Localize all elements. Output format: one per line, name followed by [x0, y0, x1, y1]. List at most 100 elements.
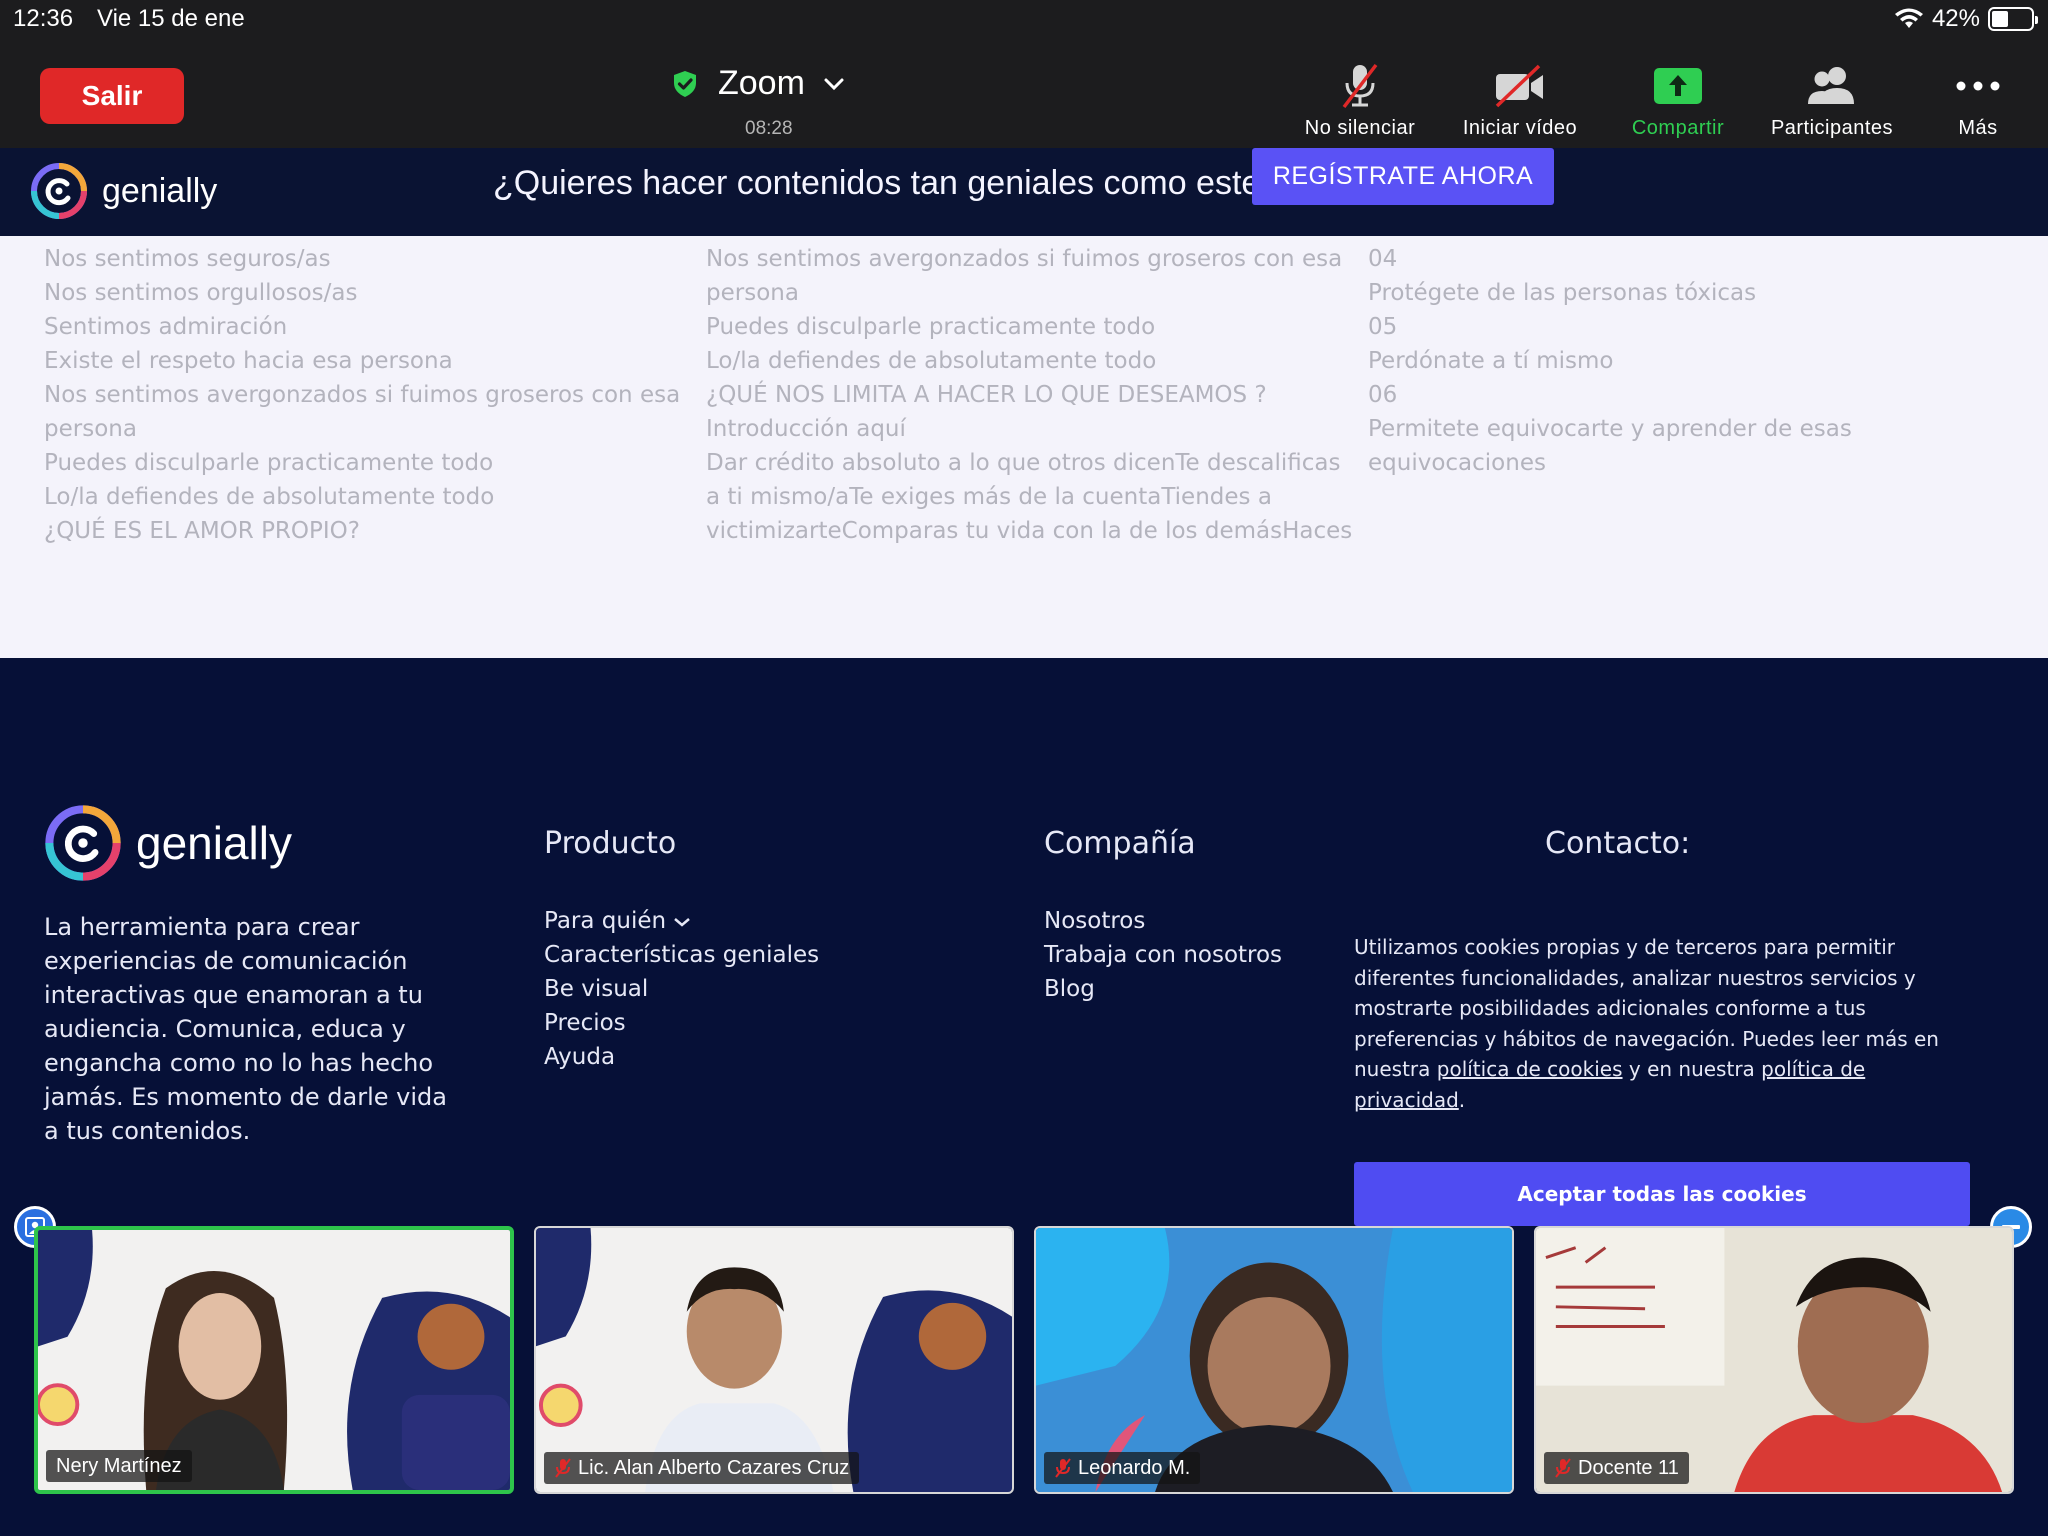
footer-heading-contacto: Contacto:	[1545, 826, 1691, 861]
status-time: 12:36	[13, 5, 74, 32]
accept-cookies-button[interactable]: Aceptar todas las cookies	[1354, 1162, 1970, 1226]
register-button[interactable]: REGÍSTRATE AHORA	[1252, 148, 1554, 205]
participant-name-label: Leonardo M.	[1044, 1452, 1201, 1484]
footer-link-para-quien[interactable]: Para quién	[544, 904, 819, 938]
text-line: Lo/la defiendes de absolutamente todo	[706, 348, 1157, 374]
participant-video-tile[interactable]: Lic. Alan Alberto Cazares Cruz	[534, 1226, 1014, 1494]
footer-genially-logo: genially	[44, 804, 292, 882]
mic-muted-icon	[555, 1458, 571, 1478]
start-video-button[interactable]: Iniciar vídeo	[1440, 56, 1600, 140]
footer-link[interactable]: Características geniales	[544, 938, 819, 972]
cookie-text: y en nuestra	[1622, 1057, 1762, 1081]
toolbar-actions: No silenciar Iniciar vídeo Compartir Par…	[1280, 56, 2048, 140]
ios-status-bar: 12:36 Vie 15 de ene 42%	[0, 0, 2048, 38]
footer-link[interactable]: Trabaja con nosotros	[1044, 938, 1282, 972]
banner-question: ¿Quieres hacer contenidos tan geniales c…	[493, 164, 1280, 202]
text-line: Puedes disculparle practicamente todo	[706, 314, 1156, 340]
start-video-label: Iniciar vídeo	[1462, 117, 1578, 139]
text-line: Sentimos admiración	[44, 314, 288, 340]
text-line: persona	[706, 280, 799, 306]
text-line: Introducción aquí	[706, 416, 906, 442]
footer-description: La herramienta para crear experiencias d…	[44, 913, 447, 1145]
text-line: victimizarteComparas tu vida con la de l…	[706, 518, 1353, 544]
text-line: Lo/la defiendes de absolutamente todo	[44, 484, 495, 510]
share-screen-icon	[1654, 68, 1702, 104]
text-line: Nos sentimos orgullosos/as	[44, 280, 358, 306]
zoom-toolbar: Salir Zoom 08:28 No silenciar Iniciar ví…	[0, 38, 2048, 148]
more-label: Más	[1958, 117, 1998, 139]
meeting-timer: 08:28	[745, 118, 793, 139]
status-right: 42%	[1894, 5, 2038, 33]
content-column-2: Nos sentimos avergonzados si fuimos gros…	[706, 242, 1352, 548]
text-line: Perdónate a tí mismo	[1368, 348, 1614, 374]
footer-heading-producto: Producto	[544, 826, 677, 861]
text-line: Nos sentimos seguros/as	[44, 246, 331, 272]
text-line: persona	[44, 416, 137, 442]
text-line: a ti mismo/aTe exiges más de la cuentaTi…	[706, 484, 1272, 510]
cookie-policy-link[interactable]: política de cookies	[1437, 1057, 1623, 1081]
meeting-title-dropdown[interactable]: Zoom	[670, 64, 845, 103]
participant-video-tile[interactable]: Nery Martínez	[34, 1226, 514, 1494]
footer-brand: genially	[136, 817, 292, 869]
content-panel: Nos sentimos seguros/as Nos sentimos org…	[0, 236, 2048, 658]
content-column-1: Nos sentimos seguros/as Nos sentimos org…	[44, 242, 680, 548]
text-line: ¿QUÉ NOS LIMITA A HACER LO QUE DESEAMOS …	[706, 382, 1267, 408]
text-line: 04	[1368, 246, 1398, 272]
mic-muted-icon	[1055, 1458, 1071, 1478]
footer-link[interactable]: Ayuda	[544, 1040, 819, 1074]
text-line: 06	[1368, 382, 1398, 408]
genially-banner: genially ¿Quieres hacer contenidos tan g…	[0, 148, 2048, 236]
text-line: 05	[1368, 314, 1398, 340]
cookie-notice: Utilizamos cookies propias y de terceros…	[1354, 932, 1974, 1115]
footer-link[interactable]: Blog	[1044, 972, 1282, 1006]
battery-level	[1992, 11, 2008, 27]
unmute-label: No silenciar	[1304, 117, 1416, 139]
content-column-3: 04 Protégete de las personas tóxicas 05 …	[1368, 242, 1852, 480]
participant-video-tile[interactable]: Leonardo M.	[1034, 1226, 1514, 1494]
chevron-down-icon	[674, 918, 691, 927]
footer-link[interactable]: Be visual	[544, 972, 819, 1006]
chevron-down-icon	[824, 78, 844, 90]
participants-label: Participantes	[1770, 117, 1894, 139]
text-line: Protégete de las personas tóxicas	[1368, 280, 1757, 306]
mic-muted-icon	[1555, 1458, 1571, 1478]
text-line: Puedes disculparle practicamente todo	[44, 450, 494, 476]
share-label: Compartir	[1631, 117, 1725, 139]
wifi-icon	[1894, 8, 1923, 28]
genially-logo: genially	[30, 162, 217, 220]
more-button[interactable]: Más	[1908, 56, 2048, 140]
footer-link[interactable]: Precios	[544, 1006, 819, 1040]
genially-logo-icon	[31, 163, 87, 219]
shield-check-icon	[674, 70, 696, 97]
participant-name-label: Nery Martínez	[46, 1450, 192, 1482]
share-button[interactable]: Compartir	[1600, 56, 1756, 140]
meeting-title: Zoom	[718, 64, 805, 102]
genially-brand: genially	[102, 171, 218, 210]
participants-button[interactable]: Participantes	[1756, 56, 1908, 140]
text-line: Existe el respeto hacia esa persona	[44, 348, 453, 374]
participant-video-tile[interactable]: Docente 11	[1534, 1226, 2014, 1494]
footer-compania-list: Nosotros Trabaja con nosotros Blog	[1044, 904, 1282, 1006]
text-line: Nos sentimos avergonzados si fuimos gros…	[706, 246, 1343, 272]
participant-name-label: Docente 11	[1544, 1452, 1689, 1484]
genially-logo-icon	[45, 805, 121, 881]
battery-percent: 42%	[1931, 5, 1980, 32]
status-date: Vie 15 de ene	[97, 5, 245, 32]
battery-icon	[1988, 7, 2038, 31]
footer-producto-list: Para quién Características geniales Be v…	[544, 904, 819, 1074]
unmute-button[interactable]: No silenciar	[1280, 56, 1440, 140]
footer-heading-compania: Compañía	[1044, 826, 1196, 861]
text-line: Permitete equivocarte y aprender de esas	[1368, 416, 1852, 442]
text-line: equivocaciones	[1368, 450, 1546, 476]
text-line: ¿QUÉ ES EL AMOR PROPIO?	[44, 518, 360, 544]
video-off-icon	[1495, 64, 1543, 108]
footer-link[interactable]: Nosotros	[1044, 904, 1282, 938]
participant-name-label: Lic. Alan Alberto Cazares Cruz	[544, 1452, 860, 1484]
leave-button[interactable]: Salir	[40, 68, 184, 124]
cookie-text: .	[1458, 1087, 1466, 1112]
participants-icon	[1808, 67, 1854, 104]
text-line: Dar crédito absoluto a lo que otros dice…	[706, 450, 1341, 476]
text-line: Nos sentimos avergonzados si fuimos gros…	[44, 382, 681, 408]
mic-muted-icon	[1342, 63, 1378, 109]
more-dots-icon	[1956, 81, 2000, 91]
